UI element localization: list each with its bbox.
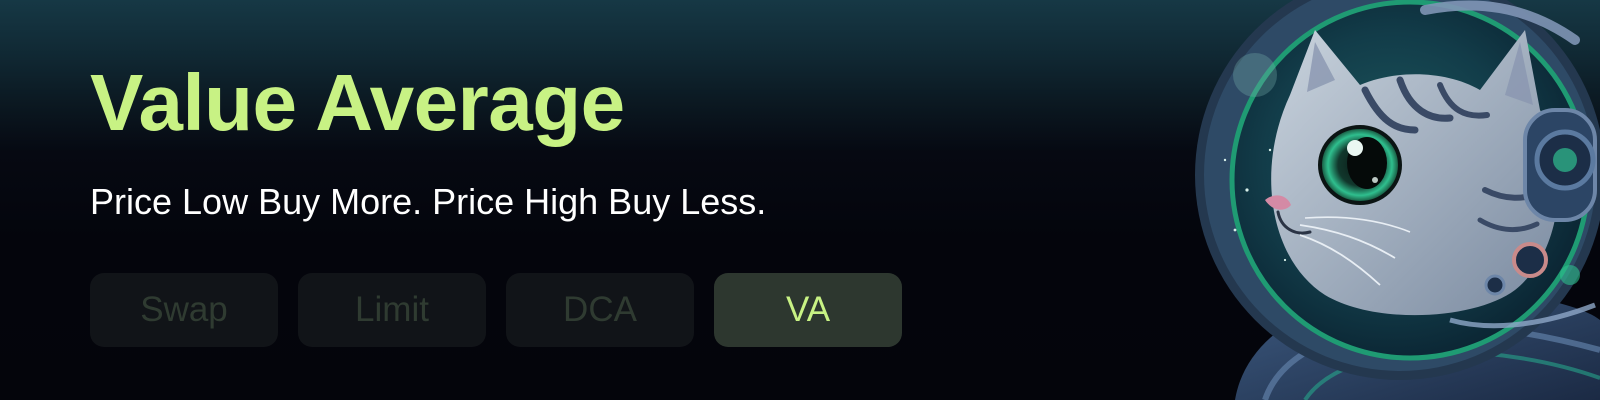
astronaut-cat-icon xyxy=(1195,0,1600,400)
trade-mode-tabs: Swap Limit DCA VA xyxy=(90,273,902,347)
tab-dca[interactable]: DCA xyxy=(506,273,694,347)
page-title: Value Average xyxy=(90,58,625,147)
value-average-banner: Value Average Price Low Buy More. Price … xyxy=(0,0,1600,400)
tab-limit[interactable]: Limit xyxy=(298,273,486,347)
page-subtitle: Price Low Buy More. Price High Buy Less. xyxy=(90,181,767,222)
tab-swap[interactable]: Swap xyxy=(90,273,278,347)
tab-va[interactable]: VA xyxy=(714,273,902,347)
